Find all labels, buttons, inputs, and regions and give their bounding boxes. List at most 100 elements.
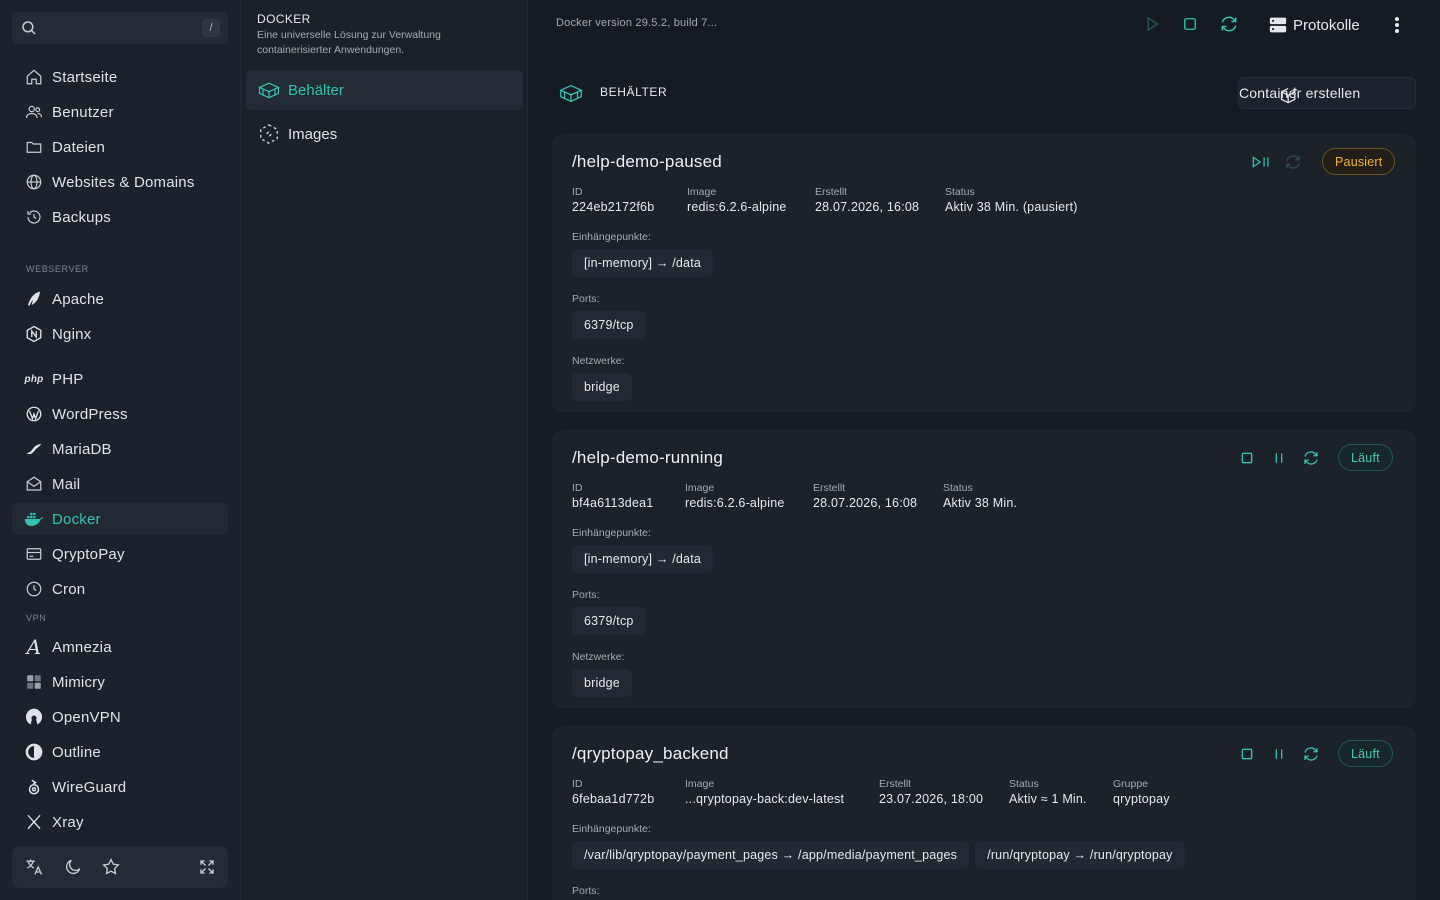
resume-icon[interactable] [1250,151,1272,173]
sidebar-item-openvpn[interactable]: OpenVPN [12,701,228,733]
network-chip: bridge [572,669,632,697]
container-actions: Pausiert [1250,148,1396,175]
wireguard-icon [24,777,44,797]
docker-version: Docker version 29.5.2, build 7... [556,17,718,29]
subnav-item-containers[interactable]: Behälter [246,70,523,110]
sidebar-item-benutzer[interactable]: Benutzer [12,96,228,128]
sidebar-item-label: OpenVPN [52,708,121,726]
sidebar-item-label: MariaDB [52,440,112,458]
container-name: /qryptopay_backend [572,744,729,763]
subnav-item-label: Images [288,125,338,143]
sidebar-item-label: Amnezia [52,638,112,656]
subnav-item-images[interactable]: Images [246,114,523,154]
mount-chip: /var/lib/qryptopay/payment_pages → /app/… [572,841,970,869]
xray-icon [24,812,44,832]
more-icon[interactable] [1386,14,1408,36]
topbar: Docker version 29.5.2, build 7... Protok… [528,0,1440,48]
networks-label: Netzwerke: [572,355,625,367]
card-icon [24,544,44,564]
image-icon [257,122,281,146]
container-actions: Läuft [1236,444,1393,471]
network-chip: bridge [572,373,632,401]
sidebar-item-nginx[interactable]: Nginx [12,318,228,350]
mount-chip: /run/qryptopay → /run/qryptopay [975,841,1185,869]
ports-list: 6379/tcp [572,607,646,635]
search-box[interactable]: / [12,12,228,44]
container-card: /qryptopay_backend Läuft ID 6febaa1d772b … [552,726,1416,900]
sidebar-item-amnezia[interactable]: A Amnezia [12,631,228,663]
status-badge: Pausiert [1322,148,1396,175]
sidebar-item-label: WireGuard [52,778,127,796]
openvpn-icon [24,707,44,727]
ports-list: 6379/tcp [572,311,646,339]
sidebar-item-wireguard[interactable]: WireGuard [12,771,228,803]
sidebar-item-label: PHP [52,370,84,388]
ports-label: Ports: [572,885,600,897]
sidebar-item-dateien[interactable]: Dateien [12,131,228,163]
meta-image: Image redis:6.2.6-alpine [685,482,785,510]
container-actions: Läuft [1236,740,1393,767]
meta-id: ID 6febaa1d772b [572,778,655,806]
moon-icon[interactable] [62,856,84,878]
stop-icon[interactable] [1236,743,1258,765]
pause-icon[interactable] [1268,743,1290,765]
sidebar-item-backups[interactable]: Backups [12,201,228,233]
pause-icon[interactable] [1268,447,1290,469]
logs-button[interactable]: Protokolle [1268,14,1360,36]
stop-icon[interactable] [1236,447,1258,469]
search-input[interactable] [46,18,196,38]
wordpress-icon [24,404,44,424]
sidebar-item-mimicry[interactable]: Mimicry [12,666,228,698]
port-chip: 6379/tcp [572,311,646,339]
star-icon[interactable] [100,856,122,878]
sidebar-item-mail[interactable]: Mail [12,468,228,500]
docker-icon [24,509,44,529]
port-chip: 6379/tcp [572,607,646,635]
restart-icon[interactable] [1282,151,1304,173]
mount-chip: [in-memory] → /data [572,249,714,277]
box-plus-icon [1279,86,1305,112]
meta-image: Image ...qryptopay-back:dev-latest [685,778,845,806]
networks-list: bridge [572,669,632,697]
fullscreen-icon[interactable] [196,856,218,878]
folder-icon [24,137,44,157]
sidebar-item-label: QryptoPay [52,545,125,563]
mounts-list: [in-memory] → /data [572,249,714,277]
sidebar-item-apache[interactable]: Apache [12,283,228,315]
restart-icon[interactable] [1300,743,1322,765]
containers-header: BEHÄLTER Container erstellen [528,72,1440,112]
sidebar-item-xray[interactable]: Xray [12,806,228,838]
sidebar-item-outline[interactable]: Outline [12,736,228,768]
section-label-vpn: VPN [26,613,47,623]
stop-icon[interactable] [1179,13,1201,35]
section-label-webserver: WEBSERVER [26,264,89,274]
subnav-description: Eine universelle Lösung zur Verwaltung c… [257,29,441,56]
restart-icon[interactable] [1218,13,1240,35]
sidebar-item-label: WordPress [52,405,128,423]
create-container-button[interactable]: Container erstellen [1238,77,1416,109]
page-title: BEHÄLTER [600,85,668,99]
sidebar-item-mariadb[interactable]: MariaDB [12,433,228,465]
status-badge: Läuft [1338,444,1393,471]
meta-id: ID bf4a6113dea1 [572,482,654,510]
sidebar-item-php[interactable]: php PHP [12,363,228,395]
sidebar-item-label: Backups [52,208,111,226]
sidebar-item-cron[interactable]: Cron [12,573,228,605]
search-icon [22,21,36,35]
sidebar: / Startseite Benutzer Dateien Websites &… [0,0,241,900]
restart-icon[interactable] [1300,447,1322,469]
container-icon [559,84,583,103]
subnav-title: DOCKER [257,12,311,26]
networks-label: Netzwerke: [572,651,625,663]
sidebar-item-docker[interactable]: Docker [12,503,228,535]
translate-icon[interactable] [23,856,45,878]
sidebar-item-startseite[interactable]: Startseite [12,61,228,93]
play-icon[interactable] [1141,13,1163,35]
nginx-icon [24,324,44,344]
sidebar-item-qryptopay[interactable]: QryptoPay [12,538,228,570]
sidebar-item-label: Mail [52,475,81,493]
users-icon [24,102,44,122]
sidebar-item-websites[interactable]: Websites & Domains [12,166,228,198]
sidebar-item-wordpress[interactable]: WordPress [12,398,228,430]
globe-icon [24,172,44,192]
